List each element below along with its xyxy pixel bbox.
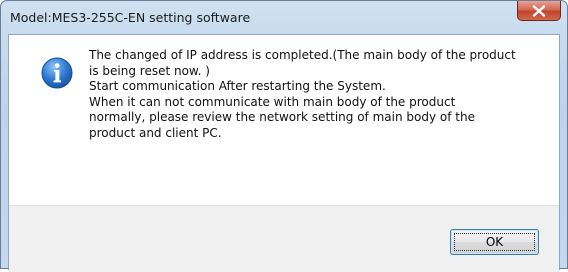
message-line: is being reset now. ) [89,63,210,78]
message-line: The changed of IP address is completed.(… [89,48,516,62]
message-line: Start communication After restarting the… [89,79,386,93]
message-line: normally, please review the network sett… [89,110,475,124]
ok-button[interactable]: OK [450,229,539,255]
close-icon [532,4,546,17]
close-button[interactable] [517,1,561,21]
message-area: The changed of IP address is completed.(… [9,35,559,205]
ok-button-label: OK [485,235,504,249]
message-text: The changed of IP address is completed.(… [89,48,549,141]
title-bar[interactable]: Model:MES3-255C-EN setting software [1,1,567,34]
button-bar: OK [9,205,559,272]
dialog-window: Model:MES3-255C-EN setting software The … [0,0,568,272]
information-icon [41,57,73,89]
message-line: product and client PC. [89,125,222,140]
dialog-body: The changed of IP address is completed.(… [8,34,560,272]
window-title: Model:MES3-255C-EN setting software [10,10,251,25]
message-line: When it can not communicate with main bo… [89,94,456,109]
